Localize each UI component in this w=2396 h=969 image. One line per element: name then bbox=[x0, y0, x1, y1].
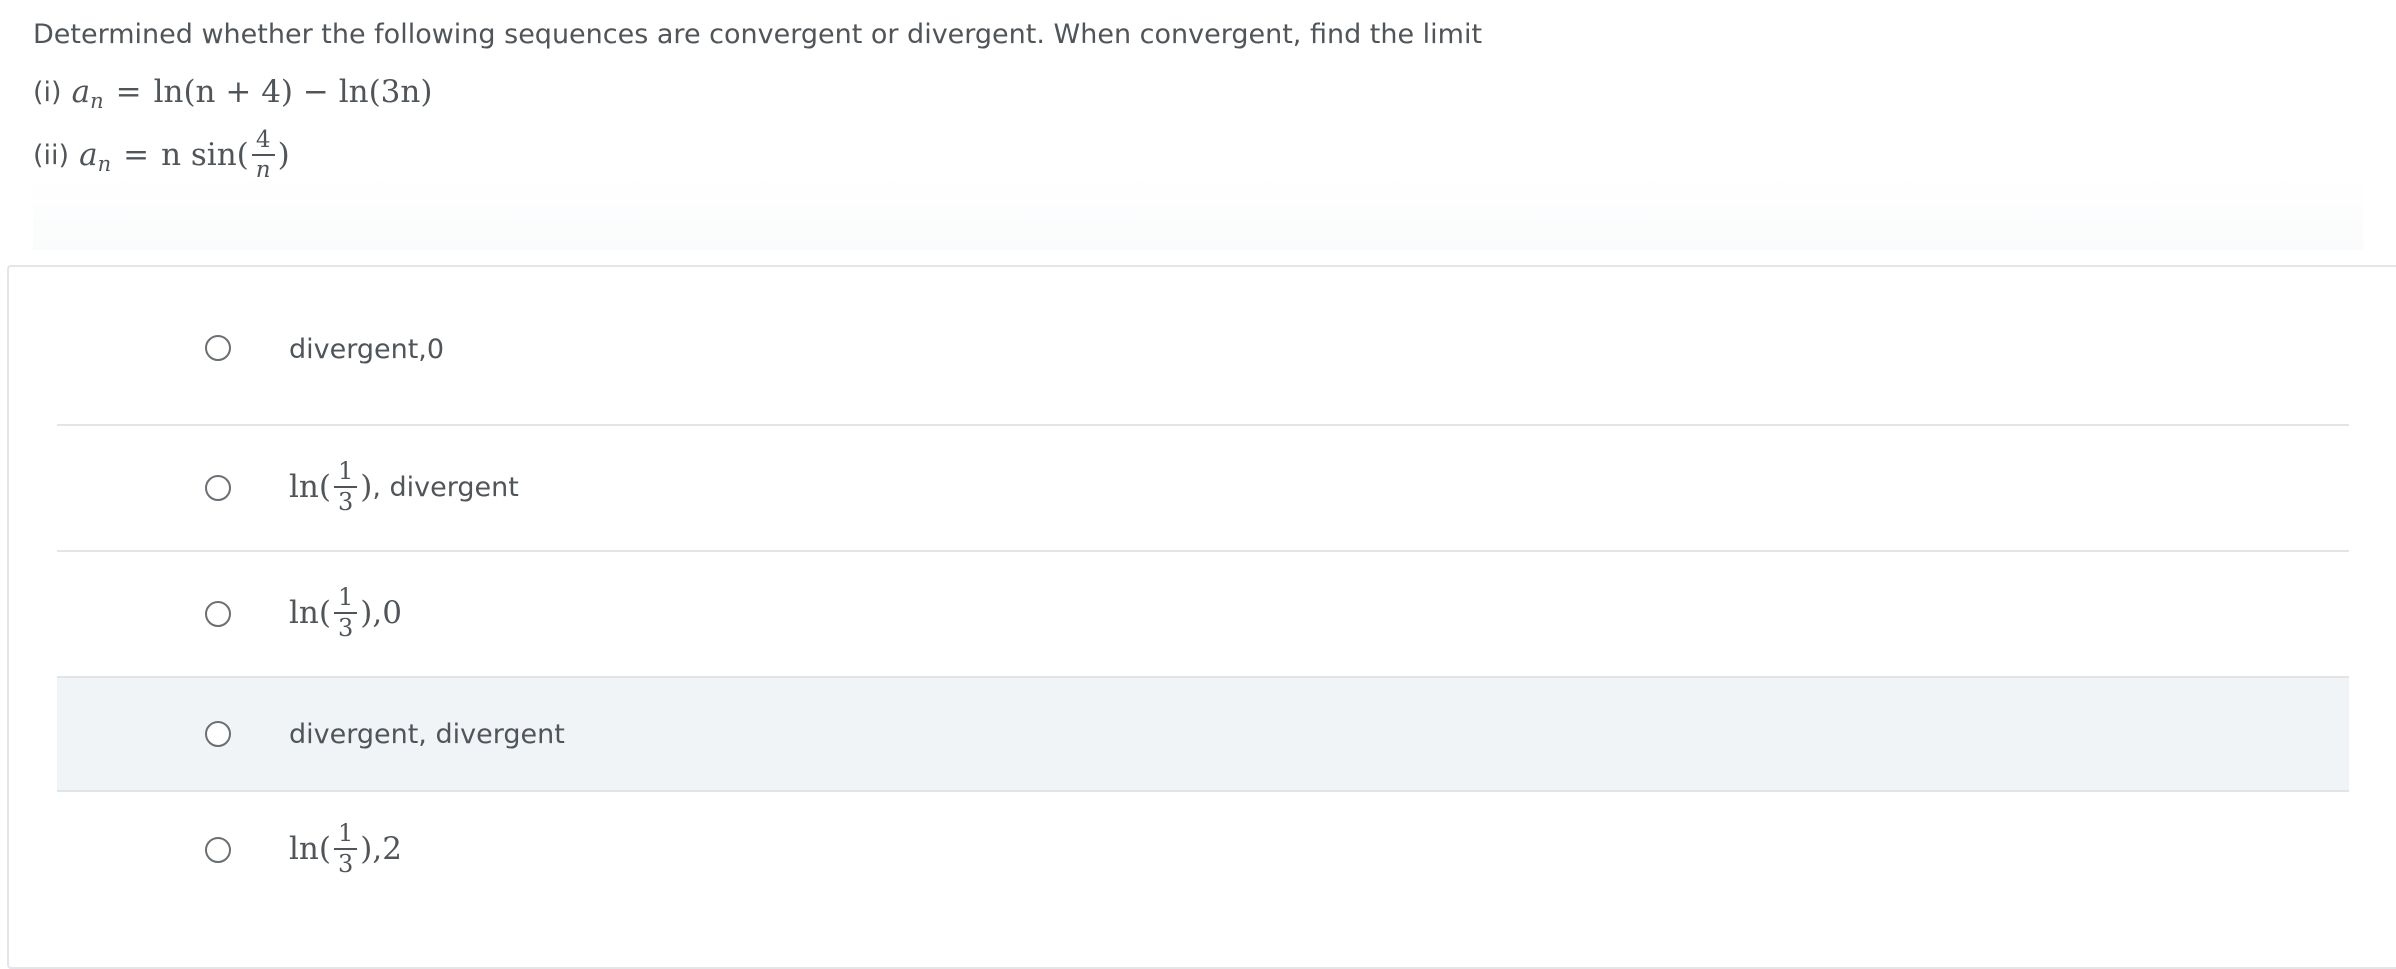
option-label: ln( 1 3 ) , divergent bbox=[289, 457, 519, 516]
answer-option-5[interactable]: ln( 1 3 ) ,2 bbox=[57, 792, 2349, 922]
part-ii-rhs-suffix: ) bbox=[277, 137, 290, 173]
part-ii-formula: an = n sin( 4 n ) bbox=[79, 127, 290, 183]
option-label: divergent, divergent bbox=[289, 718, 565, 750]
question-section: Determined whether the following sequenc… bbox=[33, 0, 2363, 250]
part-ii-fraction: 4 n bbox=[251, 127, 275, 183]
part-i-rhs: ln(n + 4) − ln(3n) bbox=[153, 74, 433, 110]
part-ii-label: (ii) bbox=[33, 139, 70, 171]
answer-option-2[interactable]: ln( 1 3 ) , divergent bbox=[57, 426, 2349, 552]
part-i-formula: an = ln(n + 4) − ln(3n) bbox=[71, 74, 433, 113]
answer-choices-panel: divergent,0 ln( 1 3 ) , divergent ln( 1 bbox=[7, 265, 2396, 969]
question-part-i: (i) an = ln(n + 4) − ln(3n) bbox=[33, 70, 432, 114]
radio-button-icon[interactable] bbox=[205, 837, 231, 863]
part-ii-lhs-sub: n bbox=[97, 152, 112, 176]
radio-button-icon[interactable] bbox=[205, 335, 231, 361]
option-label: ln( 1 3 ) ,2 bbox=[289, 819, 402, 878]
radio-button-icon[interactable] bbox=[205, 721, 231, 747]
part-ii-lhs-var: a bbox=[79, 137, 98, 173]
fraction-numerator: 4 bbox=[255, 127, 271, 153]
part-i-lhs-var: a bbox=[71, 74, 91, 110]
radio-button-icon[interactable] bbox=[205, 601, 231, 627]
fraction: 1 3 bbox=[333, 585, 358, 641]
question-prompt: Determined whether the following sequenc… bbox=[33, 19, 1483, 50]
fraction-denominator: n bbox=[255, 157, 271, 183]
answer-option-4[interactable]: divergent, divergent bbox=[57, 678, 2349, 792]
radio-button-icon[interactable] bbox=[205, 475, 231, 501]
option-label: divergent,0 bbox=[289, 333, 445, 365]
fraction: 1 3 bbox=[333, 459, 358, 515]
part-i-lhs-sub: n bbox=[90, 89, 104, 113]
option-label: ln( 1 3 ) ,0 bbox=[289, 583, 402, 642]
fraction: 1 3 bbox=[333, 821, 358, 877]
question-part-ii: (ii) an = n sin( 4 n ) bbox=[33, 118, 290, 192]
part-i-label: (i) bbox=[33, 76, 62, 108]
answer-option-3[interactable]: ln( 1 3 ) ,0 bbox=[57, 552, 2349, 678]
part-ii-rhs-prefix: n sin( bbox=[161, 137, 249, 173]
answer-option-1[interactable]: divergent,0 bbox=[57, 273, 2349, 426]
